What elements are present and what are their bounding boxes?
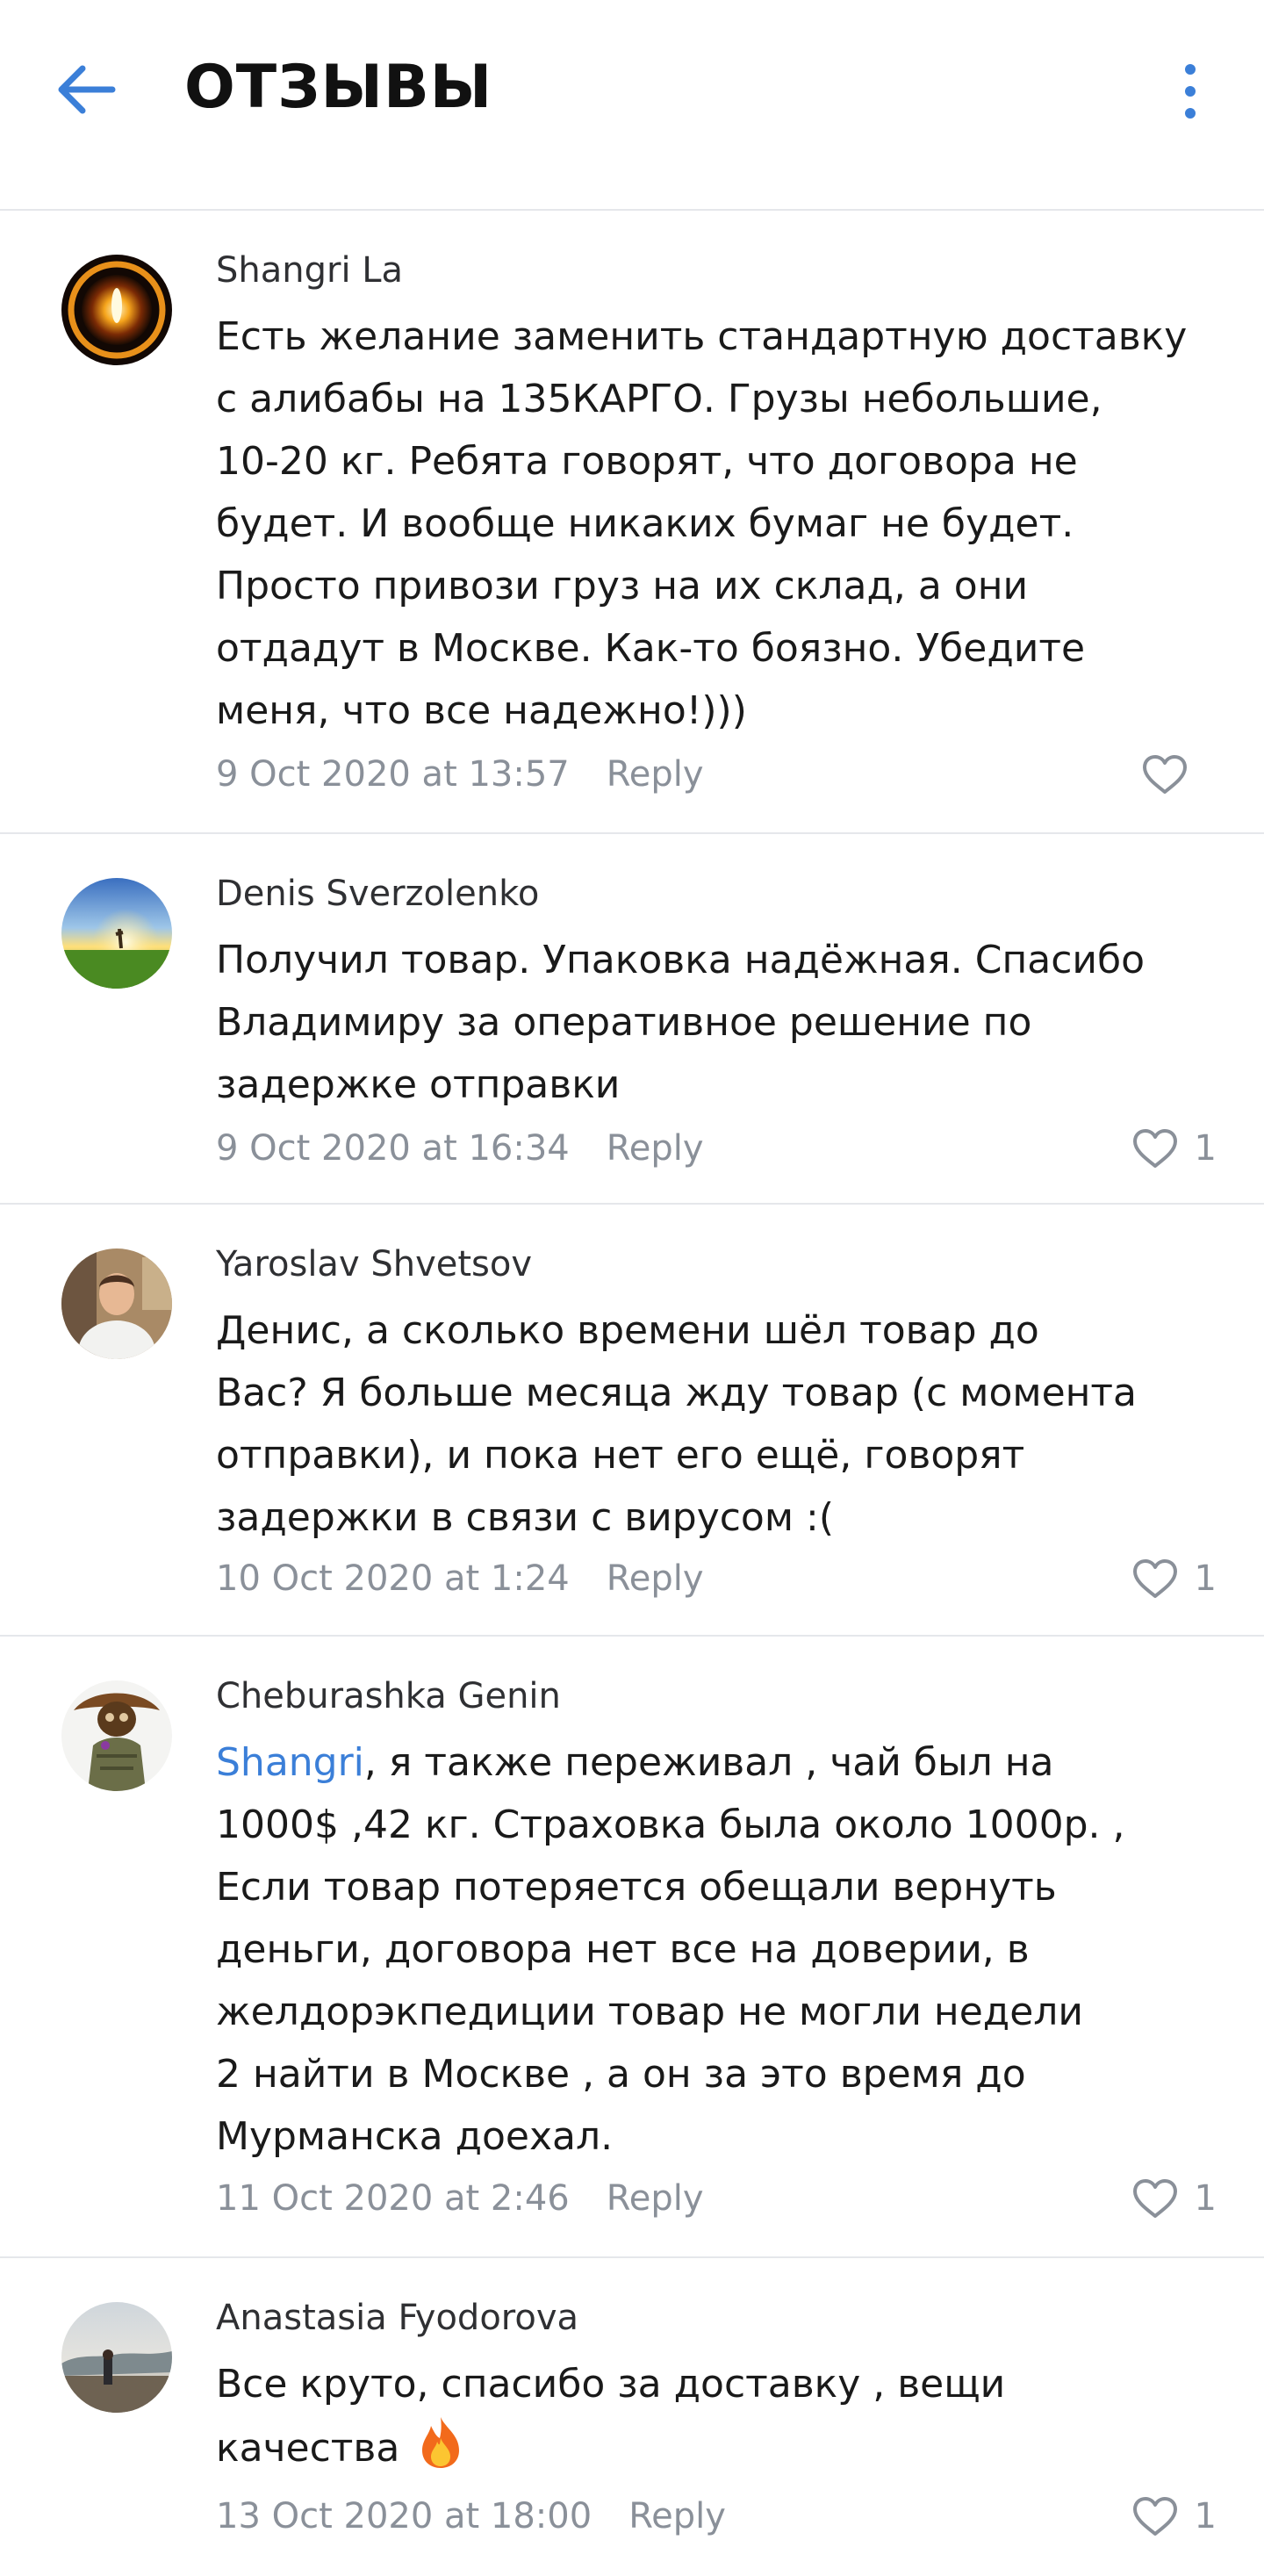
comment-text: Shangri, я также переживал , чай был на … (216, 1740, 1125, 2159)
avatar[interactable] (61, 1248, 172, 1359)
comment-item: Cheburashka Genin Shangri, я также переж… (0, 1637, 1264, 2258)
comment-item: Denis Sverzolenko Получил товар. Упаковк… (0, 834, 1264, 1205)
comment-item: Anastasia Fyodorova Все круто, спасибо з… (0, 2258, 1264, 2576)
top-app-bar: ОТЗЫВЫ (0, 0, 1264, 211)
more-options-button[interactable] (1155, 56, 1225, 126)
reply-button[interactable]: Reply (607, 754, 704, 795)
comment-author[interactable]: Anastasia Fyodorova (216, 2297, 1220, 2339)
comment-date: 9 Oct 2020 at 13:57 (216, 754, 570, 795)
comment-date: 9 Oct 2020 at 16:34 (216, 1128, 570, 1169)
comment-meta: 9 Oct 2020 at 16:34 Reply 1 (216, 1124, 1217, 1173)
comment-text: Денис, а сколько времени шёл товар до Ва… (216, 1308, 1138, 1540)
avatar[interactable] (61, 255, 172, 365)
comment-item: Shangri La Есть желание заменить стандар… (0, 211, 1264, 834)
comment-date: 11 Oct 2020 at 2:46 (216, 2178, 570, 2219)
reply-button[interactable]: Reply (607, 1128, 704, 1169)
fire-emoji-icon (422, 2417, 460, 2468)
back-button[interactable] (51, 54, 121, 125)
comment-date: 10 Oct 2020 at 1:24 (216, 1558, 570, 1599)
comment-author[interactable]: Yaroslav Shvetsov (216, 1243, 1220, 1285)
avatar[interactable] (61, 878, 172, 989)
comment-author[interactable]: Cheburashka Genin (216, 1675, 1220, 1717)
avatar[interactable] (61, 2302, 172, 2413)
comment-meta: 13 Oct 2020 at 18:00 Reply 1 (216, 2492, 1217, 2541)
reply-button[interactable]: Reply (607, 2178, 704, 2219)
arrow-left-icon (58, 65, 116, 114)
comment-date: 13 Oct 2020 at 18:00 (216, 2496, 592, 2536)
comment-text: Все круто, спасибо за доставку , вещи ка… (216, 2362, 1006, 2471)
like-count: 1 (1194, 1558, 1217, 1599)
heart-icon (1132, 1129, 1177, 1168)
page-title: ОТЗЫВЫ (184, 53, 493, 122)
comment-author[interactable]: Shangri La (216, 249, 1220, 291)
like-button[interactable] (1141, 753, 1217, 795)
like-count: 1 (1194, 1128, 1217, 1169)
reply-button[interactable]: Reply (607, 1558, 704, 1599)
like-button[interactable]: 1 (1131, 2177, 1217, 2220)
comment-meta: 11 Oct 2020 at 2:46 Reply 1 (216, 2174, 1217, 2223)
like-count: 1 (1194, 2496, 1217, 2536)
comment-item: Yaroslav Shvetsov Денис, а сколько време… (0, 1205, 1264, 1637)
heart-icon (1143, 755, 1187, 794)
comment-text: Есть желание заменить стандартную достав… (216, 314, 1188, 733)
comment-author[interactable]: Denis Sverzolenko (216, 873, 1220, 915)
comment-meta: 9 Oct 2020 at 13:57 Reply (216, 750, 1217, 799)
avatar[interactable] (61, 1680, 172, 1791)
comment-list: Shangri La Есть желание заменить стандар… (0, 211, 1264, 2576)
like-button[interactable]: 1 (1131, 2495, 1217, 2537)
reply-button[interactable]: Reply (628, 2496, 726, 2536)
like-count: 1 (1194, 2178, 1217, 2219)
comment-meta: 10 Oct 2020 at 1:24 Reply 1 (216, 1554, 1217, 1603)
like-button[interactable]: 1 (1131, 1558, 1217, 1600)
like-button[interactable]: 1 (1131, 1127, 1217, 1169)
heart-icon (1132, 2497, 1177, 2536)
mention-link[interactable]: Shangri (216, 1740, 364, 1785)
comment-text: Получил товар. Упаковка надёжная. Спасиб… (216, 938, 1146, 1107)
heart-icon (1132, 1559, 1177, 1598)
more-vertical-icon (1185, 64, 1196, 75)
heart-icon (1132, 2179, 1177, 2218)
